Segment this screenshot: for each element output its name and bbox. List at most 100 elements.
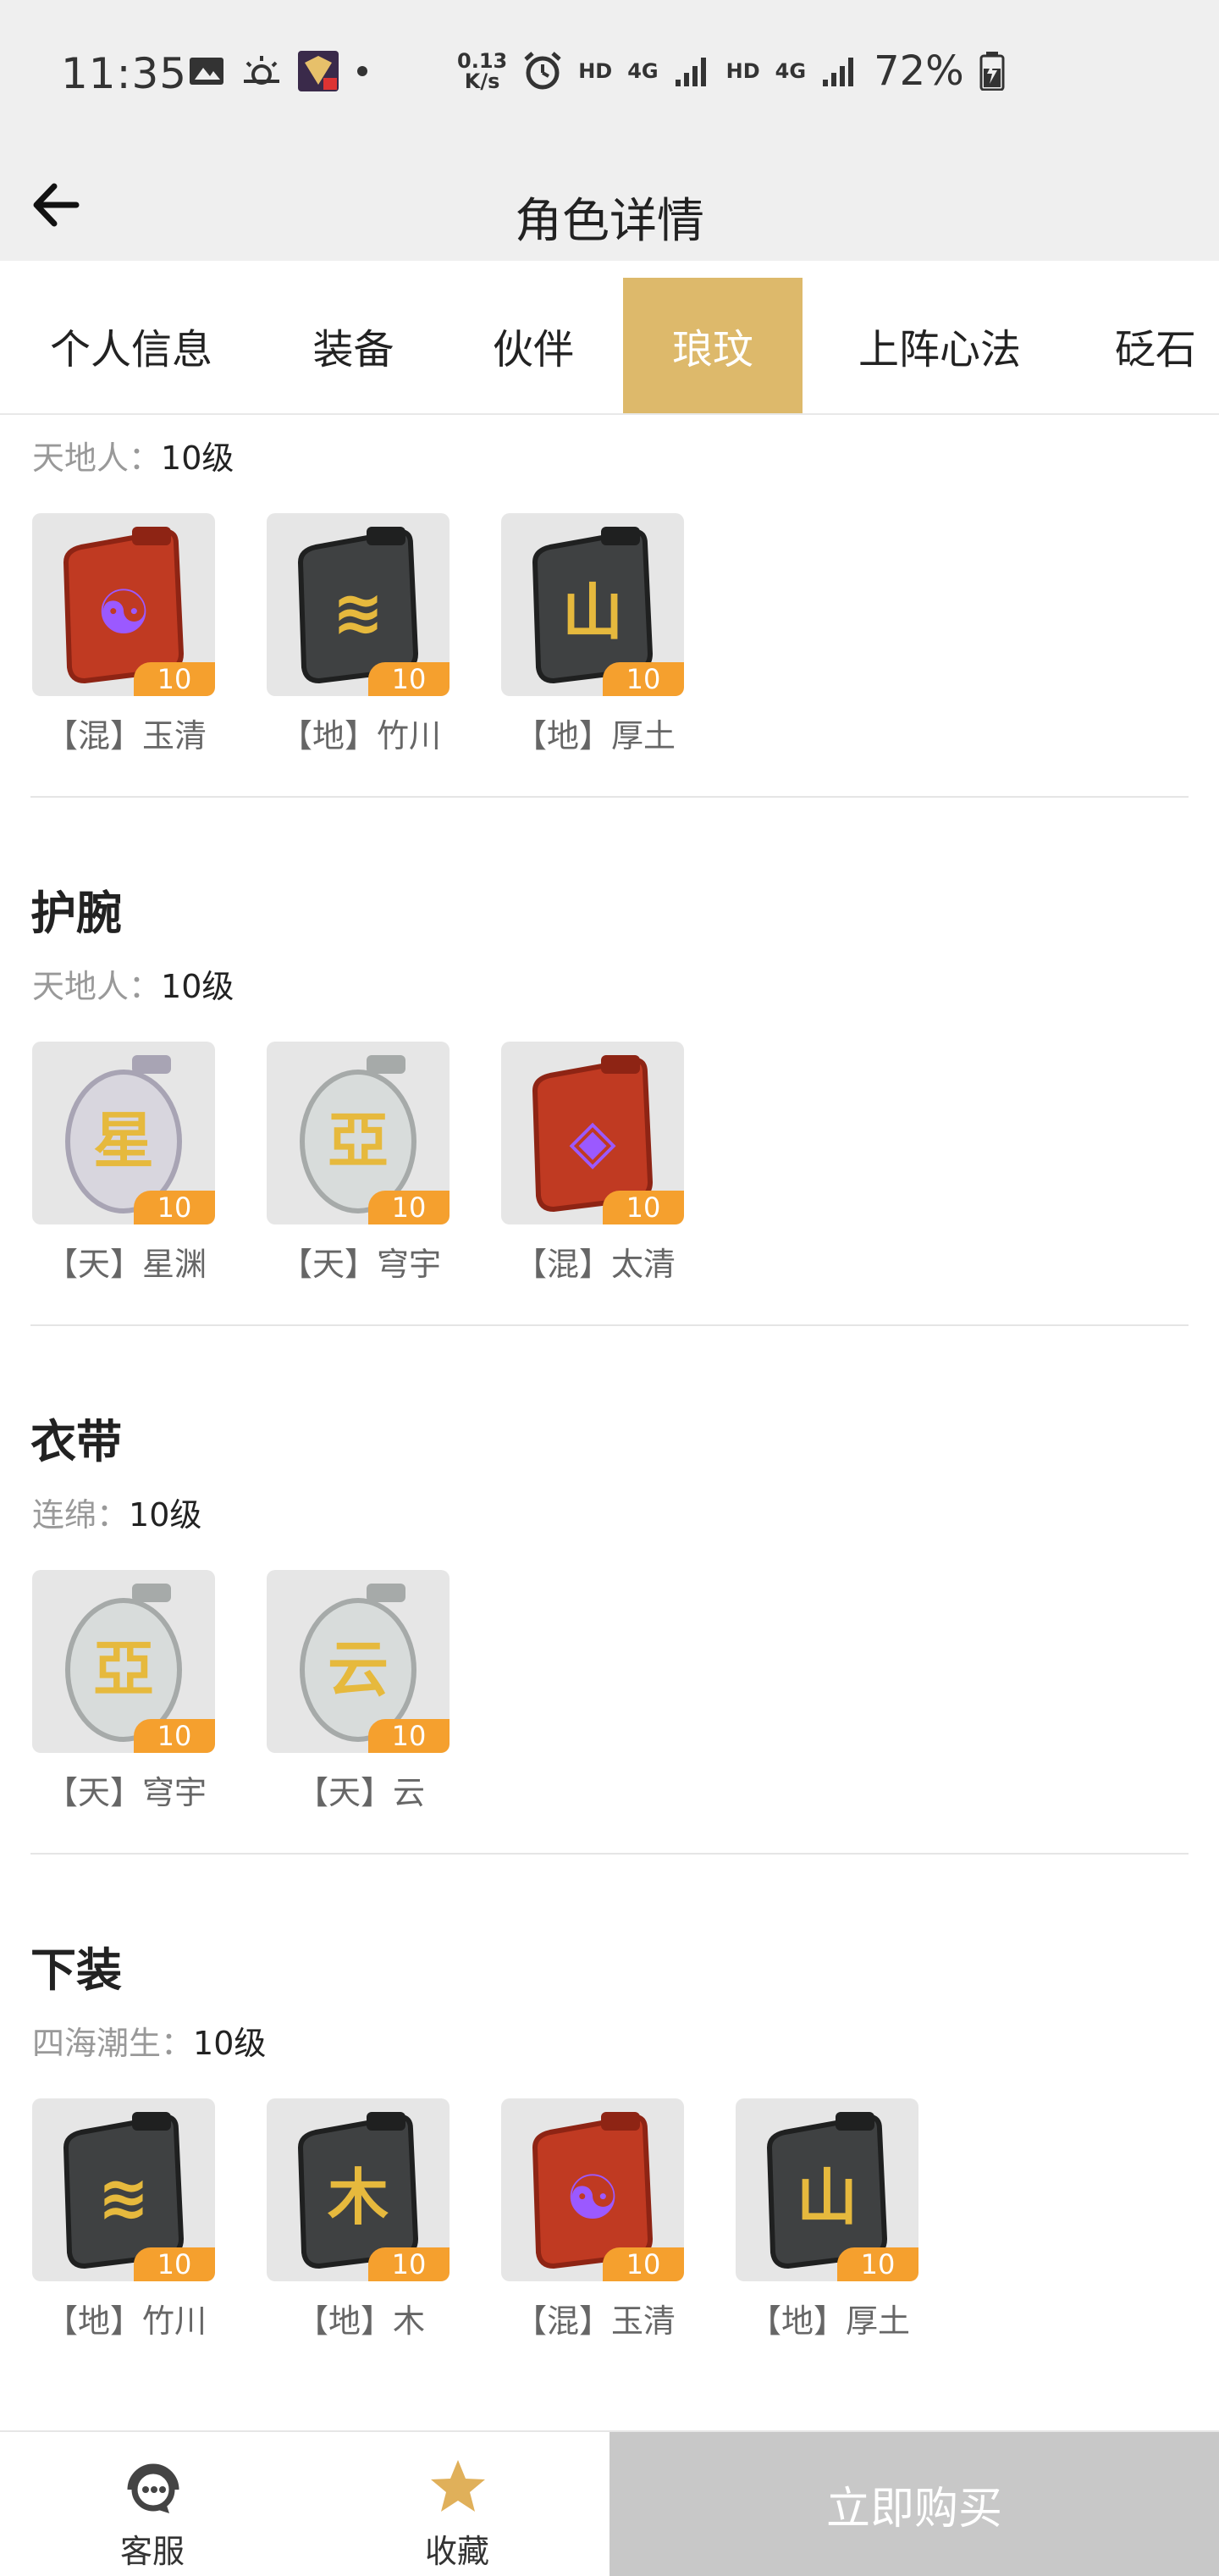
net-speed: 0.13 K/s	[457, 49, 508, 93]
langwen-item-name: 【地】厚土	[748, 2302, 910, 2340]
langwen-item-name: 【混】玉清	[514, 2302, 676, 2340]
svg-text:≋: ≋	[98, 2162, 149, 2233]
star-icon	[431, 2460, 485, 2512]
tab-bar: 个人信息 装备 伙伴 琅玟 上阵心法 砭石	[0, 278, 1219, 415]
langwen-item-name: 【地】木	[295, 2302, 425, 2340]
network-label-1: 4G	[627, 59, 659, 83]
set-name: 天地人：	[32, 439, 162, 477]
level-badge: 10	[368, 662, 450, 696]
level-badge: 10	[134, 1719, 215, 1753]
tab-equipment[interactable]: 装备	[279, 278, 427, 413]
network-label-2: 4G	[775, 59, 807, 83]
status-bar: 11:35 0.13 K/s HD 4G HD 4G 72%	[0, 0, 1219, 149]
level-badge: 10	[368, 1719, 450, 1753]
langwen-item-name: 【混】太清	[514, 1246, 676, 1283]
set-name: 四海潮生：	[32, 2025, 194, 2062]
level-badge: 10	[603, 1191, 684, 1224]
level-badge: 10	[603, 2247, 684, 2281]
langwen-item-name: 【地】竹川	[279, 717, 441, 755]
status-system-icons: 0.13 K/s HD 4G HD 4G 72%	[457, 47, 1005, 95]
langwen-item-image: ≋ 10	[32, 2098, 215, 2281]
section-divider	[30, 1324, 1189, 1326]
page-title: 角色详情	[515, 194, 704, 249]
favorite-button[interactable]: 收藏	[330, 2432, 584, 2576]
langwen-item-name: 【天】星渊	[45, 1246, 207, 1283]
svg-text:◈: ◈	[569, 1105, 616, 1176]
langwen-item-image: ☯ 10	[32, 513, 215, 696]
svg-text:山: 山	[797, 2162, 858, 2233]
tab-formation-skill[interactable]: 上阵心法	[834, 278, 1045, 413]
langwen-item-image: 木 10	[267, 2098, 450, 2281]
level-badge: 10	[603, 662, 684, 696]
tab-bianshi[interactable]: 砭石	[1058, 278, 1219, 413]
langwen-item-name: 【地】厚土	[514, 717, 676, 755]
langwen-item-name: 【天】穹宇	[279, 1246, 441, 1283]
section-divider	[30, 796, 1189, 798]
set-level: 10级	[129, 1496, 202, 1534]
langwen-list: 内衬天地人：10级☯10【混】玉清≋10【地】竹川山10【地】厚土护腕天地人：1…	[0, 415, 1219, 2430]
status-time: 11:35	[61, 49, 188, 98]
svg-text:≋: ≋	[333, 577, 383, 648]
tab-partner[interactable]: 伙伴	[457, 278, 610, 413]
svg-text:木: 木	[328, 2162, 389, 2233]
svg-text:星: 星	[93, 1105, 154, 1176]
customer-service-label: 客服	[119, 2533, 185, 2570]
bottom-action-bar: 客服 收藏 立即购买	[0, 2430, 1219, 2576]
langwen-item-name: 【天】云	[295, 1774, 425, 1811]
langwen-item-image: 亞 10	[32, 1570, 215, 1753]
langwen-item-image: 亞 10	[267, 1042, 450, 1224]
level-badge: 10	[134, 662, 215, 696]
set-name: 天地人：	[32, 968, 162, 1005]
svg-text:亞: 亞	[93, 1633, 154, 1705]
favorite-label: 收藏	[424, 2533, 489, 2570]
battery-percent: 72%	[874, 47, 964, 95]
langwen-item-image: 山 10	[501, 513, 684, 696]
level-badge: 10	[134, 1191, 215, 1224]
langwen-item-name: 【混】玉清	[45, 717, 207, 755]
weather-icon	[244, 56, 279, 85]
langwen-item-image: 星 10	[32, 1042, 215, 1224]
signal-icon-1	[675, 58, 706, 86]
hd-label-1: HD	[578, 59, 613, 83]
customer-service-icon	[127, 2463, 179, 2513]
langwen-item-name: 【天】穹宇	[45, 1774, 207, 1811]
app-notification-icon	[298, 51, 339, 91]
svg-text:亞: 亞	[328, 1105, 389, 1176]
svg-text:云: 云	[328, 1633, 389, 1705]
set-bonus-line: 天地人：10级	[32, 432, 234, 478]
section-divider	[30, 1853, 1189, 1855]
dot-icon	[357, 66, 367, 76]
section-title: 下装	[30, 1943, 122, 1997]
tab-profile[interactable]: 个人信息	[17, 278, 245, 413]
gallery-icon	[190, 58, 223, 85]
tab-langwen[interactable]: 琅玟	[623, 278, 803, 413]
customer-service-button[interactable]: 客服	[25, 2432, 279, 2576]
level-badge: 10	[368, 1191, 450, 1224]
langwen-item-image: 云 10	[267, 1570, 450, 1753]
langwen-item-image: ◈ 10	[501, 1042, 684, 1224]
langwen-item-image: 山 10	[736, 2098, 918, 2281]
svg-text:山: 山	[562, 577, 623, 648]
set-name: 连绵：	[32, 1496, 130, 1534]
level-badge: 10	[134, 2247, 215, 2281]
battery-charging-icon	[979, 52, 1005, 91]
langwen-item-image: ☯ 10	[501, 2098, 684, 2281]
set-level: 10级	[161, 439, 234, 477]
buy-now-button[interactable]: 立即购买	[610, 2432, 1219, 2576]
section-title: 衣带	[30, 1415, 122, 1468]
level-badge: 10	[368, 2247, 450, 2281]
level-badge: 10	[837, 2247, 918, 2281]
langwen-item-name: 【地】竹川	[45, 2302, 207, 2340]
signal-icon-2	[823, 58, 854, 86]
set-bonus-line: 天地人：10级	[32, 960, 234, 1007]
title-bar: 角色详情	[0, 149, 1219, 261]
hd-label-2: HD	[725, 59, 760, 83]
svg-text:☯: ☯	[565, 2162, 621, 2233]
alarm-icon	[524, 52, 561, 90]
svg-text:☯: ☯	[97, 577, 152, 648]
set-bonus-line: 连绵：10级	[32, 1489, 201, 1535]
section-title: 护腕	[30, 887, 122, 940]
set-level: 10级	[193, 2025, 267, 2062]
status-notification-icons	[188, 51, 371, 91]
set-level: 10级	[161, 968, 234, 1005]
